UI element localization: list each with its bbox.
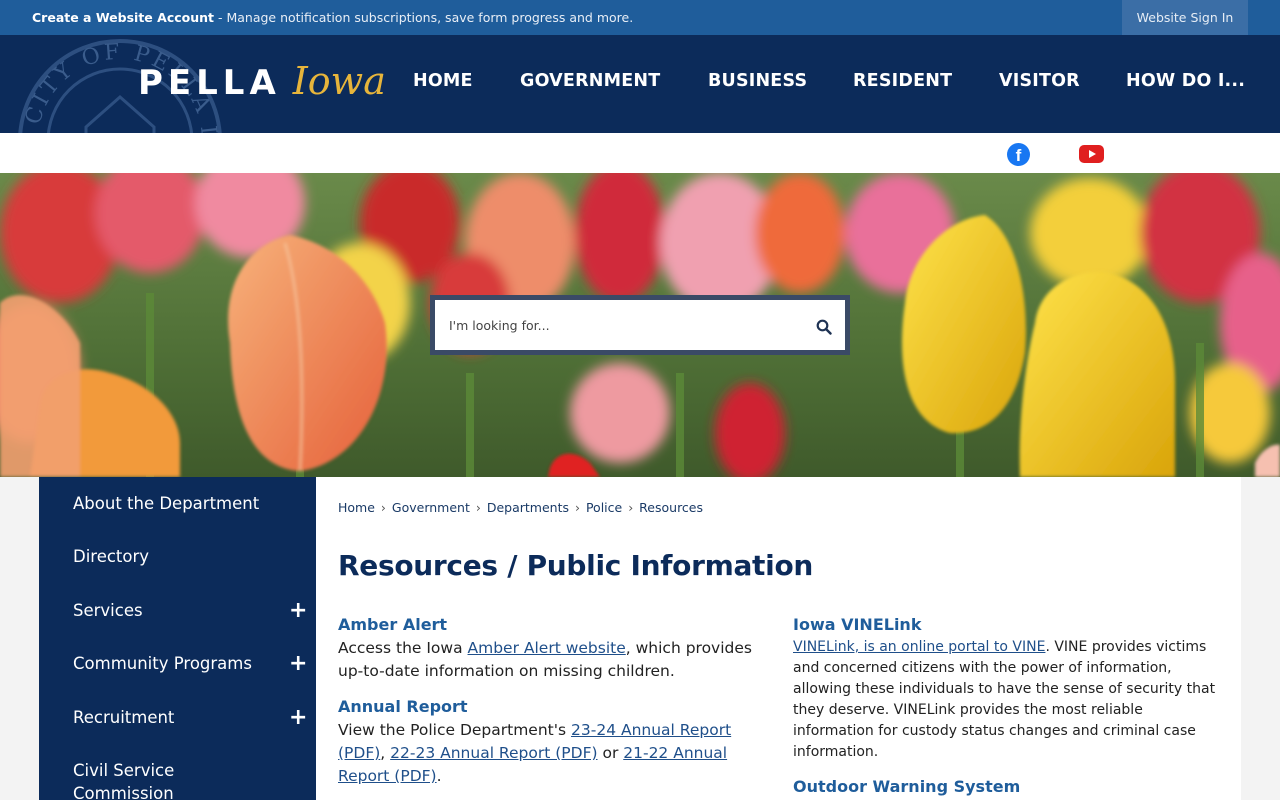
page-title: Resources / Public Information	[338, 549, 814, 582]
breadcrumb-separator: ›	[475, 500, 481, 515]
nav-resident[interactable]: RESIDENT	[853, 71, 952, 91]
search-input[interactable]: I'm looking for...	[449, 318, 550, 333]
annual-text-end: .	[436, 767, 442, 785]
sidebar-item-civil-service[interactable]: Civil Service	[73, 761, 174, 780]
nav-home[interactable]: HOME	[413, 71, 473, 91]
nav-business[interactable]: BUSINESS	[708, 71, 807, 91]
annual-report-heading[interactable]: Annual Report	[338, 697, 758, 716]
expand-recruitment-icon[interactable]: +	[289, 707, 307, 729]
vinelink-section: Iowa VINELink VINELink, is an online por…	[793, 615, 1223, 763]
report-22-23-link[interactable]: 22-23 Annual Report (PDF)	[390, 744, 597, 762]
right-column: Iowa VINELink VINELink, is an online por…	[793, 615, 1223, 800]
breadcrumb-resources[interactable]: Resources	[639, 500, 703, 515]
breadcrumb-home[interactable]: Home	[338, 500, 375, 515]
sidebar-item-about[interactable]: About the Department	[73, 494, 259, 513]
breadcrumb-departments[interactable]: Departments	[487, 500, 569, 515]
sidebar-item-directory[interactable]: Directory	[73, 547, 149, 566]
vinelink-link[interactable]: VINELink, is an online portal to VINE	[793, 639, 1045, 655]
sidebar-item-services[interactable]: Services	[73, 601, 143, 620]
account-message-text: - Manage notification subscriptions, sav…	[214, 10, 634, 25]
left-column: Amber Alert Access the Iowa Amber Alert …	[338, 615, 758, 800]
outdoor-warning-section: Outdoor Warning System	[793, 777, 1223, 796]
annual-text-or: or	[597, 744, 624, 762]
annual-report-section: Annual Report View the Police Department…	[338, 697, 758, 788]
facebook-icon[interactable]: f	[1007, 143, 1030, 166]
main-nav: HOME GOVERNMENT BUSINESS RESIDENT VISITO…	[0, 71, 1280, 95]
amber-text-start: Access the Iowa	[338, 639, 468, 657]
annual-text-sep: ,	[380, 744, 391, 762]
nav-visitor[interactable]: VISITOR	[999, 71, 1080, 91]
site-header: CITY OF PELLA IOWA PELLA Iowa HOME GOVER…	[0, 35, 1280, 133]
sign-in-button[interactable]: Website Sign In	[1122, 0, 1248, 35]
amber-alert-text: Access the Iowa Amber Alert website, whi…	[338, 637, 758, 683]
search-icon[interactable]	[816, 319, 832, 335]
amber-alert-section: Amber Alert Access the Iowa Amber Alert …	[338, 615, 758, 683]
expand-community-programs-icon[interactable]: +	[289, 653, 307, 675]
create-account-link[interactable]: Create a Website Account	[32, 10, 214, 25]
breadcrumb-separator: ›	[574, 500, 580, 515]
annual-report-text: View the Police Department's 23-24 Annua…	[338, 719, 758, 788]
section-sidebar: About the Department Directory Services …	[39, 477, 316, 800]
nav-government[interactable]: GOVERNMENT	[520, 71, 660, 91]
breadcrumb-police[interactable]: Police	[586, 500, 622, 515]
breadcrumb-government[interactable]: Government	[392, 500, 470, 515]
vinelink-heading[interactable]: Iowa VINELink	[793, 615, 1223, 634]
breadcrumb-separator: ›	[628, 500, 634, 515]
breadcrumb-separator: ›	[380, 500, 386, 515]
sidebar-item-recruitment[interactable]: Recruitment	[73, 708, 174, 727]
vinelink-description: . VINE provides victims and concerned ci…	[793, 639, 1216, 760]
vinelink-text: VINELink, is an online portal to VINE. V…	[793, 637, 1223, 763]
breadcrumb: Home › Government › Departments › Police…	[338, 500, 703, 515]
facebook-glyph: f	[1015, 146, 1022, 165]
outdoor-warning-heading[interactable]: Outdoor Warning System	[793, 777, 1223, 796]
main-content: Home › Government › Departments › Police…	[316, 477, 1241, 800]
youtube-icon[interactable]	[1079, 145, 1104, 163]
account-message: Create a Website Account - Manage notifi…	[32, 10, 633, 25]
amber-alert-heading[interactable]: Amber Alert	[338, 615, 758, 634]
sidebar-item-community-programs[interactable]: Community Programs	[73, 654, 252, 673]
expand-services-icon[interactable]: +	[289, 600, 307, 622]
utility-bar: Create a Website Account - Manage notifi…	[0, 0, 1280, 35]
annual-text-start: View the Police Department's	[338, 721, 572, 739]
nav-how-do-i[interactable]: HOW DO I...	[1126, 71, 1245, 91]
sidebar-item-civil-service-line2[interactable]: Commission	[73, 784, 174, 800]
amber-alert-link[interactable]: Amber Alert website	[468, 639, 626, 657]
site-search: I'm looking for...	[430, 295, 850, 355]
